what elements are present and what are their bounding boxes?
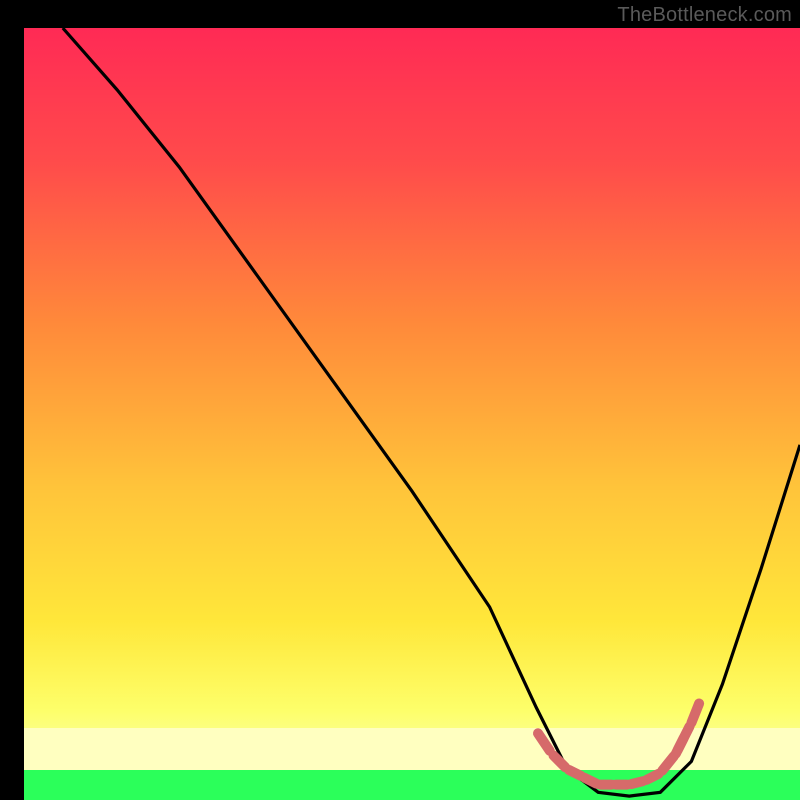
bottleneck-chart	[0, 0, 800, 800]
plot-gradient-area	[24, 28, 800, 770]
optimal-range-dash	[676, 738, 684, 754]
optimal-range-dash	[569, 770, 581, 776]
optimal-range-dash	[585, 778, 597, 784]
chart-container: TheBottleneck.com	[0, 0, 800, 800]
watermark-text: TheBottleneck.com	[617, 4, 792, 27]
plot-green-band	[24, 770, 800, 800]
optimal-range-dash	[631, 781, 643, 784]
optimal-range-dash	[647, 774, 659, 780]
